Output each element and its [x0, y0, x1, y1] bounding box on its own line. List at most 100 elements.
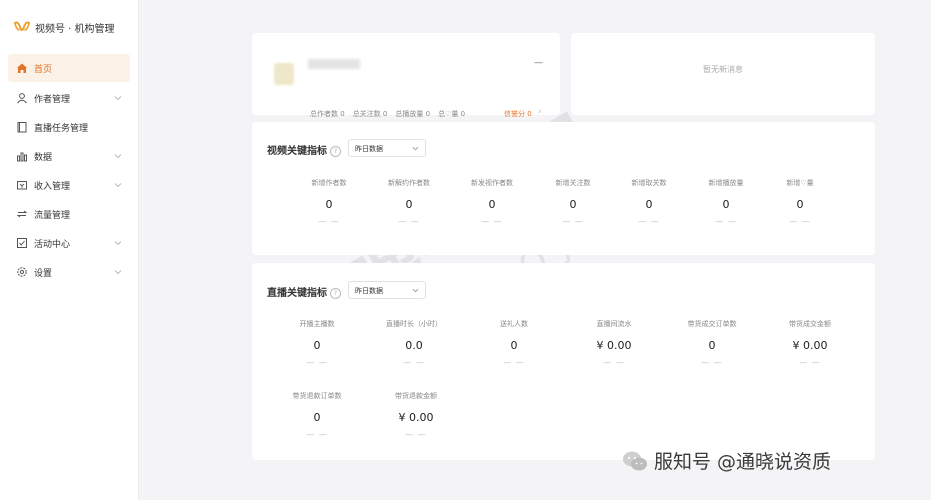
stat-total-authors: 总作者数 0 [310, 110, 345, 118]
metric-label: 新增关注数 [555, 179, 591, 187]
metric-compare: — — [715, 217, 737, 226]
metric-value: 0 [569, 198, 577, 211]
metric-compare: — — [562, 217, 584, 226]
app-title: 视频号 · 机构管理 [35, 23, 115, 35]
stat-total-plays: 总播放量 0 [395, 110, 431, 118]
video-date-select[interactable]: 昨日数据 [348, 139, 426, 157]
metric-label: 开播主播数 [299, 320, 335, 328]
sidebar-item-label: 直播任务管理 [34, 123, 89, 134]
metric-label: 新增播放量 [708, 179, 744, 187]
person-icon [17, 93, 27, 104]
metric-value: 0 [488, 198, 496, 211]
wechat-icon [623, 451, 647, 470]
sidebar-item-home[interactable]: 首页 [8, 54, 130, 82]
social-watermark: 服知号 @通晓说资质 [622, 447, 831, 474]
brand: 视频号 · 机构管理 [0, 0, 138, 54]
metric-value: ¥ 0.00 [398, 411, 434, 424]
metric-value: 0.0 [405, 339, 423, 352]
metric-new-follows: 新增关注数 0 — — [533, 178, 613, 226]
metric-value: ¥ 0.00 [596, 339, 632, 352]
metric-refund-orders: 带货退款订单数 0 — — [277, 391, 357, 439]
metric-label: 送礼人数 [500, 320, 528, 328]
metric-label: 新增取关数 [631, 179, 667, 187]
metric-gift-senders: 送礼人数 0 — — [474, 319, 554, 367]
metric-compare: — — [403, 358, 425, 367]
metric-label: 新增♡量 [786, 179, 814, 187]
metric-compare: — — [701, 358, 723, 367]
bar-chart-icon [17, 152, 27, 162]
document-icon [17, 122, 27, 133]
chevron-down-icon [412, 146, 419, 151]
wallet-icon [17, 181, 27, 190]
traffic-icon [16, 210, 28, 218]
chevron-down-icon [114, 270, 122, 275]
help-icon[interactable]: ? [330, 287, 341, 299]
metric-compare: — — [318, 217, 340, 226]
metric-new-terminated-authors: 新解约作者数 0 — — [369, 178, 449, 226]
sidebar-item-live-task-management[interactable]: 直播任务管理 [8, 114, 130, 140]
metric-value: 0 [325, 198, 333, 211]
account-name-redacted [308, 59, 360, 69]
credit-score-link[interactable]: 信誉分 0 [504, 109, 532, 119]
sidebar-item-traffic-management[interactable]: 流量管理 [8, 201, 130, 227]
profile-card: — 总作者数 0 总关注数 0 总播放量 0 总♡量 0 信誉分 0 › [252, 33, 560, 118]
metric-value: 0 [313, 411, 321, 424]
empty-messages-text: 暂无新消息 [703, 65, 743, 74]
metric-value: 0 [313, 339, 321, 352]
metric-live-room-revenue: 直播间流水 ¥ 0.00 — — [574, 319, 654, 367]
metric-compare: — — [603, 358, 625, 367]
metric-compare: — — [799, 358, 821, 367]
metric-sales-orders: 带货成交订单数 0 — — [672, 319, 752, 367]
avatar [274, 63, 294, 85]
metric-compare: — — [481, 217, 503, 226]
metric-label: 新发视作者数 [471, 179, 513, 187]
metric-sales-amount: 带货成交金额 ¥ 0.00 — — [770, 319, 850, 367]
metric-value: 0 [645, 198, 653, 211]
sidebar-item-settings[interactable]: 设置 [8, 259, 130, 285]
metric-live-streamers: 开播主播数 0 — — [277, 319, 357, 367]
checkbox-icon [17, 238, 27, 248]
chevron-right-icon[interactable]: › [538, 107, 542, 117]
sidebar-item-label: 作者管理 [34, 94, 71, 105]
sidebar-item-label: 收入管理 [34, 181, 71, 192]
profile-dash: — [534, 58, 543, 68]
metric-label: 带货退款金额 [395, 392, 437, 400]
metric-label: 新解约作者数 [388, 179, 430, 187]
metric-new-unfollows: 新增取关数 0 — — [609, 178, 689, 226]
metric-new-plays: 新增播放量 0 — — [686, 178, 766, 226]
video-metrics-card: 视频关键指标? 昨日数据 新增作者数 0 — — 新解约作者数 0 — — 新发… [252, 122, 875, 255]
metric-value: 0 [796, 198, 804, 211]
live-metrics-card: 直播关键指标? 昨日数据 开播主播数 0 — — 直播时长（小时） 0.0 — … [252, 263, 875, 460]
sidebar-item-income-management[interactable]: 收入管理 [8, 172, 130, 198]
help-icon[interactable]: ? [330, 145, 341, 157]
sidebar-item-data[interactable]: 数据 [8, 143, 130, 169]
stat-total-likes: 总♡量 0 [438, 110, 466, 118]
sidebar-item-author-management[interactable]: 作者管理 [8, 85, 130, 111]
metric-label: 新增作者数 [311, 179, 347, 187]
gear-icon [17, 267, 27, 277]
watermark-text: 服知号 @通晓说资质 [654, 451, 832, 473]
metric-compare: — — [789, 217, 811, 226]
live-date-select-value: 昨日数据 [355, 287, 383, 295]
sidebar-item-label: 流量管理 [34, 210, 71, 221]
live-section-title: 直播关键指标? [267, 284, 341, 299]
messages-card: 暂无新消息 [571, 33, 875, 115]
stat-total-follows: 总关注数 0 [352, 110, 388, 118]
chevron-down-icon [114, 183, 122, 188]
sidebar-item-label: 数据 [34, 152, 53, 163]
metric-label: 带货成交订单数 [687, 320, 737, 328]
sidebar-item-activity-center[interactable]: 活动中心 [8, 230, 130, 256]
live-section-title-text: 直播关键指标 [267, 288, 327, 299]
metric-label: 直播时长（小时） [386, 320, 442, 328]
metric-label: 带货退款订单数 [292, 392, 342, 400]
metric-compare: — — [306, 358, 328, 367]
metric-compare: — — [405, 430, 427, 439]
sidebar-nav: 首页 作者管理 直播任务管理 数据 收入管理 流量管理 活动中心 设置 [0, 54, 138, 285]
chevron-down-icon [114, 241, 122, 246]
metric-value: ¥ 0.00 [792, 339, 828, 352]
live-date-select[interactable]: 昨日数据 [348, 281, 426, 299]
metric-new-posting-authors: 新发视作者数 0 — — [452, 178, 532, 226]
channels-logo-icon [14, 21, 30, 31]
metric-compare: — — [306, 430, 328, 439]
metric-new-likes: 新增♡量 0 — — [760, 178, 840, 226]
